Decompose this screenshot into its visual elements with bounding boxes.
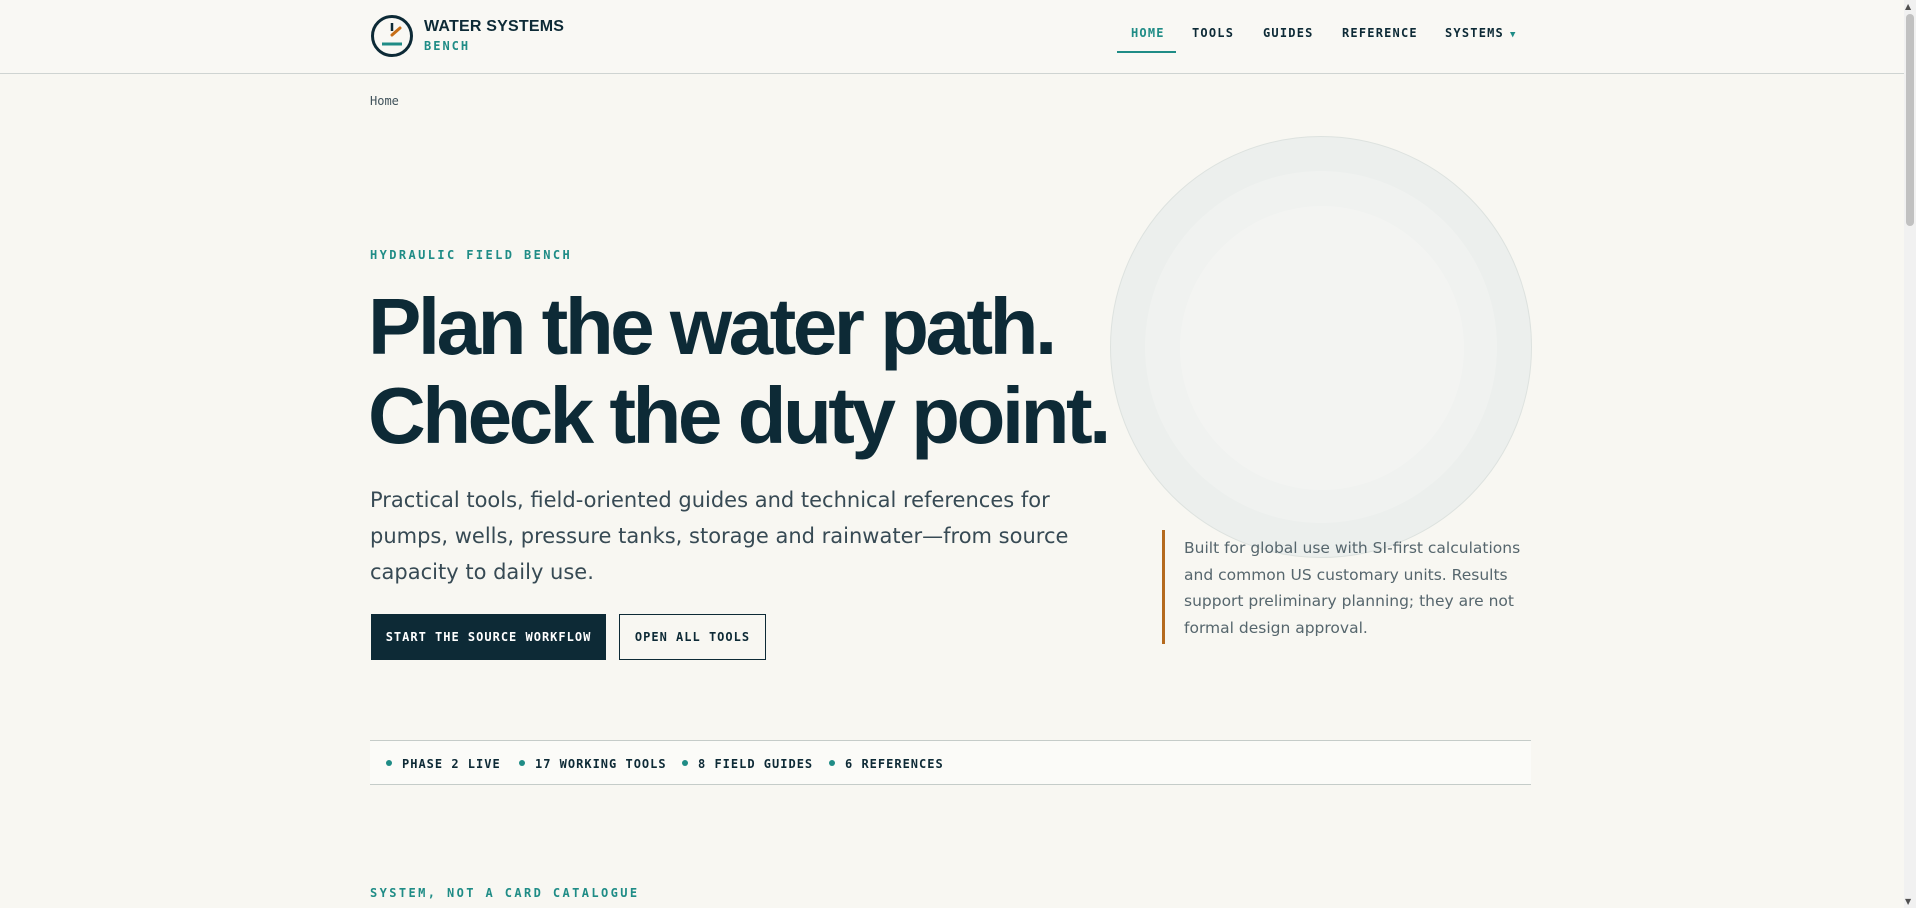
brand-title[interactable]: WATER SYSTEMS [424,18,564,36]
page-scrollbar[interactable]: ▲ ▼ [1904,0,1916,908]
status-phase-label: PHASE 2 LIVE [402,757,501,771]
scrollbar-thumb[interactable] [1906,14,1914,226]
status-dot-icon [682,760,688,766]
breadcrumb[interactable]: Home [370,94,399,108]
status-dot-icon [829,760,835,766]
note-accent-bar [1162,530,1165,644]
nav-active-indicator [1117,51,1176,53]
headline-line-2: Check the duty point. [368,371,1111,460]
nav-guides[interactable]: GUIDES [1263,26,1314,40]
brand-subtitle: BENCH [424,39,471,53]
hero-eyebrow: HYDRAULIC FIELD BENCH [370,248,573,262]
start-source-workflow-button[interactable]: START THE SOURCE WORKFLOW [371,614,606,660]
scroll-down-icon[interactable]: ▼ [1905,897,1911,906]
status-tools-label: 17 WORKING TOOLS [535,757,667,771]
hero-lede: Practical tools, field-oriented guides a… [370,488,1069,584]
hero-decor-ring-inner [1180,206,1464,490]
status-dot-icon [519,760,525,766]
site-header: WATER SYSTEMS BENCH HOME TOOLS GUIDES RE… [0,0,1904,74]
status-tools: 17 WORKING TOOLS [519,757,667,771]
caret-down-icon: ▼ [1509,30,1517,40]
hero-headline: Plan the water path. Check the duty poin… [368,282,1111,460]
status-references-label: 6 REFERENCES [845,757,944,771]
section-eyebrow: SYSTEM, NOT A CARD CATALOGUE [370,886,640,900]
gauge-icon[interactable] [370,14,414,58]
scroll-up-icon[interactable]: ▲ [1905,2,1911,11]
headline-line-1: Plan the water path. [368,282,1057,371]
status-strip: PHASE 2 LIVE 17 WORKING TOOLS 8 FIELD GU… [370,740,1531,785]
status-phase: PHASE 2 LIVE [386,757,501,771]
hero-note: Built for global use with SI-first calcu… [1184,539,1521,637]
open-all-tools-button[interactable]: OPEN ALL TOOLS [619,614,766,660]
status-guides: 8 FIELD GUIDES [682,757,813,771]
nav-reference[interactable]: REFERENCE [1342,26,1418,40]
nav-systems[interactable]: SYSTEMS ▼ [1445,26,1517,40]
nav-tools[interactable]: TOOLS [1192,26,1234,40]
status-guides-label: 8 FIELD GUIDES [698,757,814,771]
status-dot-icon [386,760,392,766]
status-references: 6 REFERENCES [829,757,944,771]
nav-systems-label: SYSTEMS [1445,26,1504,40]
nav-home[interactable]: HOME [1131,26,1165,40]
